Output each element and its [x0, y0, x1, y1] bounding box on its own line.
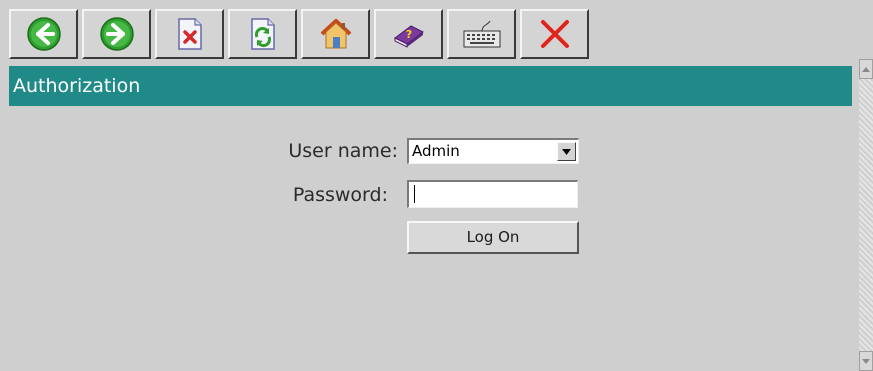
- password-label: Password:: [292, 184, 388, 206]
- back-button[interactable]: [9, 9, 78, 59]
- panel-title: Authorization: [9, 66, 852, 106]
- toolbar: ?: [9, 9, 593, 59]
- arrow-right-icon: [99, 17, 134, 51]
- arrow-left-icon: [26, 17, 61, 51]
- help-button[interactable]: ?: [374, 9, 443, 59]
- keyboard-button[interactable]: [447, 9, 516, 59]
- close-button[interactable]: [520, 9, 589, 59]
- delete-button[interactable]: [155, 9, 224, 59]
- forward-button[interactable]: [82, 9, 151, 59]
- scroll-up-button[interactable]: [859, 59, 873, 79]
- chevron-down-icon: [562, 148, 571, 155]
- home-icon: [320, 19, 351, 49]
- close-icon: [540, 20, 569, 48]
- refresh-button[interactable]: [228, 9, 297, 59]
- username-label: User name:: [288, 140, 398, 162]
- authorization-panel: Authorization: [9, 66, 852, 371]
- keyboard-icon: [463, 20, 500, 48]
- log-on-button[interactable]: Log On: [407, 221, 579, 254]
- vertical-scrollbar[interactable]: [859, 59, 873, 371]
- scroll-down-button[interactable]: [859, 351, 873, 371]
- delete-document-icon: [177, 18, 202, 50]
- chevron-down-icon: [862, 358, 870, 364]
- password-field[interactable]: [407, 180, 578, 208]
- help-book-icon: ?: [393, 25, 424, 48]
- username-select[interactable]: Admin: [407, 138, 579, 164]
- home-button[interactable]: [301, 9, 370, 59]
- svg-text:?: ?: [405, 28, 411, 41]
- refresh-icon: [250, 18, 275, 50]
- username-value: Admin: [412, 142, 460, 160]
- chevron-up-icon: [862, 66, 870, 72]
- username-dropdown-button[interactable]: [557, 142, 576, 161]
- text-caret: [414, 185, 415, 203]
